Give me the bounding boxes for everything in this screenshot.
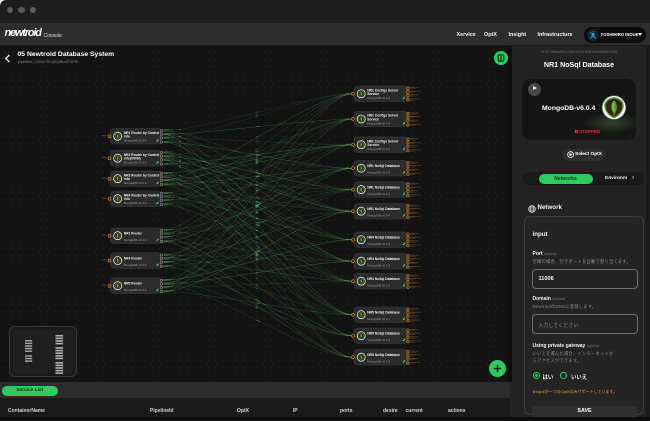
svg-text:MongoDB v0.3.4: MongoDB v0.3.4 bbox=[367, 242, 390, 246]
svg-text:MongoDB v0.3.4: MongoDB v0.3.4 bbox=[367, 171, 390, 175]
svg-text:NR1 Router: NR1 Router bbox=[124, 232, 143, 236]
svg-text:NR4 NoSql Database: NR4 NoSql Database bbox=[367, 277, 400, 281]
svg-text:MongoDB v0.3.4: MongoDB v0.3.4 bbox=[367, 317, 390, 321]
svg-text:MongoDB v0.3.4: MongoDB v0.3.4 bbox=[124, 201, 147, 205]
svg-text:MongoDB v0.3.4: MongoDB v0.3.4 bbox=[367, 96, 390, 100]
svg-text:NR5 NoSql Database: NR5 NoSql Database bbox=[367, 311, 400, 315]
svg-text:NR1 NoSql Database: NR1 NoSql Database bbox=[367, 186, 400, 190]
svg-text:NR5 NoSql Database: NR5 NoSql Database bbox=[367, 332, 400, 336]
svg-text:MongoDB v0.3.4: MongoDB v0.3.4 bbox=[124, 181, 147, 185]
svg-text:NR1 NoSql Database: NR1 NoSql Database bbox=[367, 164, 400, 168]
svg-text:MongoDB v0.3.4: MongoDB v0.3.4 bbox=[124, 288, 147, 292]
svg-text:MongoDB v0.3.4: MongoDB v0.3.4 bbox=[124, 263, 147, 267]
svg-text:MongoDB v0.3.4: MongoDB v0.3.4 bbox=[367, 147, 390, 151]
svg-text:MongoDB v0.3.4: MongoDB v0.3.4 bbox=[124, 139, 147, 143]
svg-text:NR4 NoSql Database: NR4 NoSql Database bbox=[367, 236, 400, 240]
svg-text:MongoDB v0.3.4: MongoDB v0.3.4 bbox=[367, 338, 390, 342]
svg-text:NR5 NoSql Database: NR5 NoSql Database bbox=[367, 353, 400, 357]
svg-text:NR5 Router: NR5 Router bbox=[124, 282, 143, 286]
svg-text:NR4 NoSql Database: NR4 NoSql Database bbox=[367, 257, 400, 261]
svg-text:MongoDB v0.3.4: MongoDB v0.3.4 bbox=[367, 214, 390, 218]
svg-text:MongoDB v0.3.4: MongoDB v0.3.4 bbox=[367, 284, 390, 288]
svg-text:MongoDB v0.3.4: MongoDB v0.3.4 bbox=[367, 264, 390, 268]
svg-text:NR1 NoSql Database: NR1 NoSql Database bbox=[367, 207, 400, 211]
svg-text:MongoDB v0.3.4: MongoDB v0.3.4 bbox=[367, 121, 390, 125]
svg-text:MongoDB v0.3.4: MongoDB v0.3.4 bbox=[367, 192, 390, 196]
svg-text:MongoDB v0.3.4: MongoDB v0.3.4 bbox=[367, 360, 390, 364]
svg-text:NR4 Router: NR4 Router bbox=[124, 256, 143, 260]
svg-text:MongoDB v0.3.4: MongoDB v0.3.4 bbox=[124, 238, 147, 242]
svg-text:MongoDB v0.3.4: MongoDB v0.3.4 bbox=[124, 161, 147, 165]
